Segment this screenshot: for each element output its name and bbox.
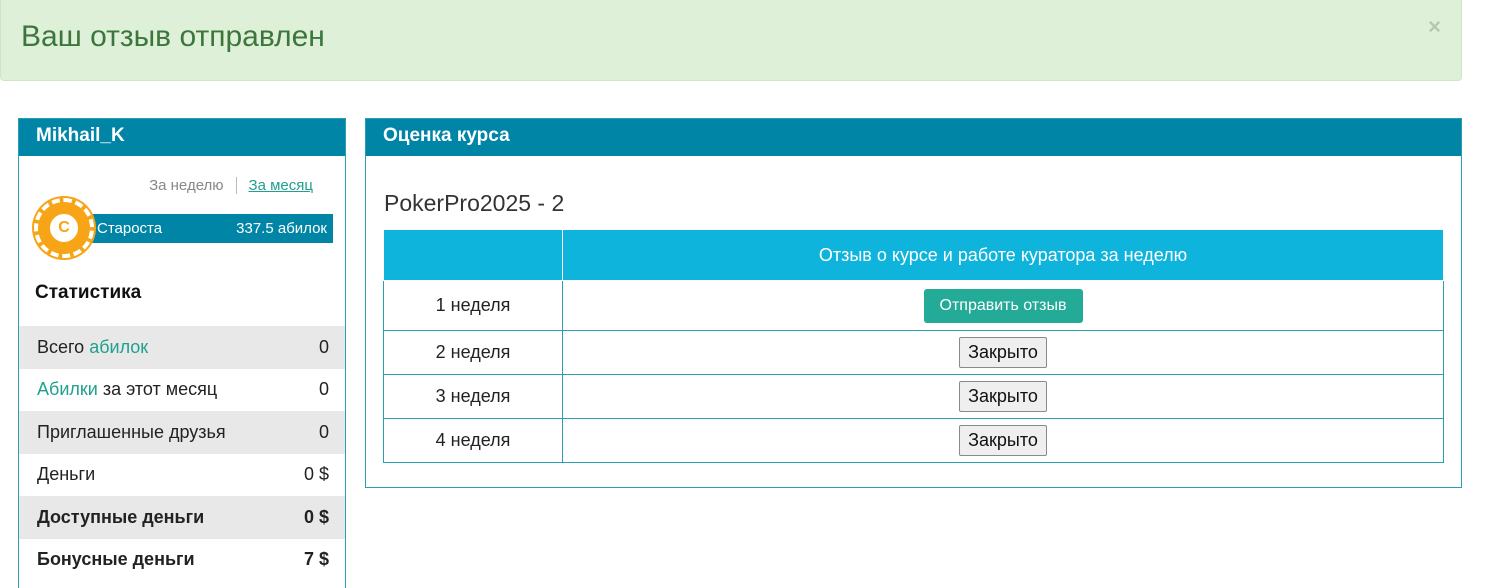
rank-points: 337.5 абилок (236, 220, 327, 237)
close-icon[interactable]: × (1428, 16, 1441, 38)
week-label: 2 неделя (383, 330, 563, 375)
week-label: 4 неделя (383, 418, 563, 463)
rank-bar: Староста 337.5 абилок (71, 214, 333, 243)
stat-row-money: Деньги 0 $ (19, 454, 345, 497)
stat-row-available-money: Доступные деньги 0 $ (19, 496, 345, 539)
header-feedback: Отзыв о курсе и работе куратора за недел… (562, 229, 1444, 281)
success-alert: Ваш отзыв отправлен × (0, 0, 1462, 81)
username: Mikhail_K (19, 119, 345, 156)
course-name: PokerPro2025 - 2 (384, 190, 565, 216)
stat-row-friends: Приглашенные друзья 0 (19, 411, 345, 454)
course-panel-title: Оценка курса (366, 119, 1461, 156)
tab-week[interactable]: За неделю (149, 177, 237, 194)
stat-label: Абилки за этот месяц (37, 379, 218, 400)
week-label: 3 неделя (383, 374, 563, 419)
stat-label: Доступные деньги (37, 506, 205, 527)
table-row: 3 неделя Закрыто (383, 374, 1444, 419)
poker-chip-icon: C (34, 198, 94, 258)
stat-value: 0 (318, 421, 329, 442)
send-feedback-button[interactable]: Отправить отзыв (923, 288, 1083, 323)
abilki-link[interactable]: Абилки (37, 379, 98, 399)
alert-message: Ваш отзыв отправлен (21, 20, 325, 53)
stats-list: Всего абилок 0 Абилки за этот месяц 0 Пр… (19, 326, 345, 581)
stat-row-total: Всего абилок 0 (19, 326, 345, 369)
header-week (383, 229, 563, 281)
course-rating-panel: Оценка курса PokerPro2025 - 2 Отзыв о ку… (365, 118, 1462, 488)
closed-button[interactable]: Закрыто (959, 337, 1047, 368)
stat-value: 0 $ (303, 506, 329, 527)
rank-title: Староста (97, 220, 163, 237)
abilki-link[interactable]: абилок (89, 337, 148, 357)
stat-label: Приглашенные друзья (37, 421, 226, 442)
stat-label: Деньги (37, 464, 96, 485)
stat-label: Всего абилок (37, 336, 149, 357)
stat-value: 0 (318, 336, 329, 357)
table-row: 2 неделя Закрыто (383, 330, 1444, 375)
user-panel: Mikhail_K За неделю За месяц Староста 33… (18, 118, 346, 588)
stats-title: Статистика (35, 282, 142, 303)
period-tabs: За неделю За месяц (149, 177, 313, 194)
table-header-row: Отзыв о курсе и работе куратора за недел… (383, 229, 1444, 281)
tab-month[interactable]: За месяц (237, 177, 313, 194)
stat-label: Бонусные деньги (37, 549, 195, 570)
week-label: 1 неделя (383, 280, 563, 331)
table-row: 1 неделя Отправить отзыв (383, 280, 1444, 331)
stat-value: 7 $ (303, 549, 329, 570)
stat-row-month: Абилки за этот месяц 0 (19, 369, 345, 412)
closed-button[interactable]: Закрыто (959, 381, 1047, 412)
chip-letter: C (47, 211, 81, 245)
stat-row-bonus-money: Бонусные деньги 7 $ (19, 539, 345, 582)
stat-value: 0 (318, 379, 329, 400)
closed-button[interactable]: Закрыто (959, 425, 1047, 456)
table-row: 4 неделя Закрыто (383, 418, 1444, 463)
stat-value: 0 $ (303, 464, 329, 485)
weeks-table: Отзыв о курсе и работе куратора за недел… (383, 229, 1444, 463)
